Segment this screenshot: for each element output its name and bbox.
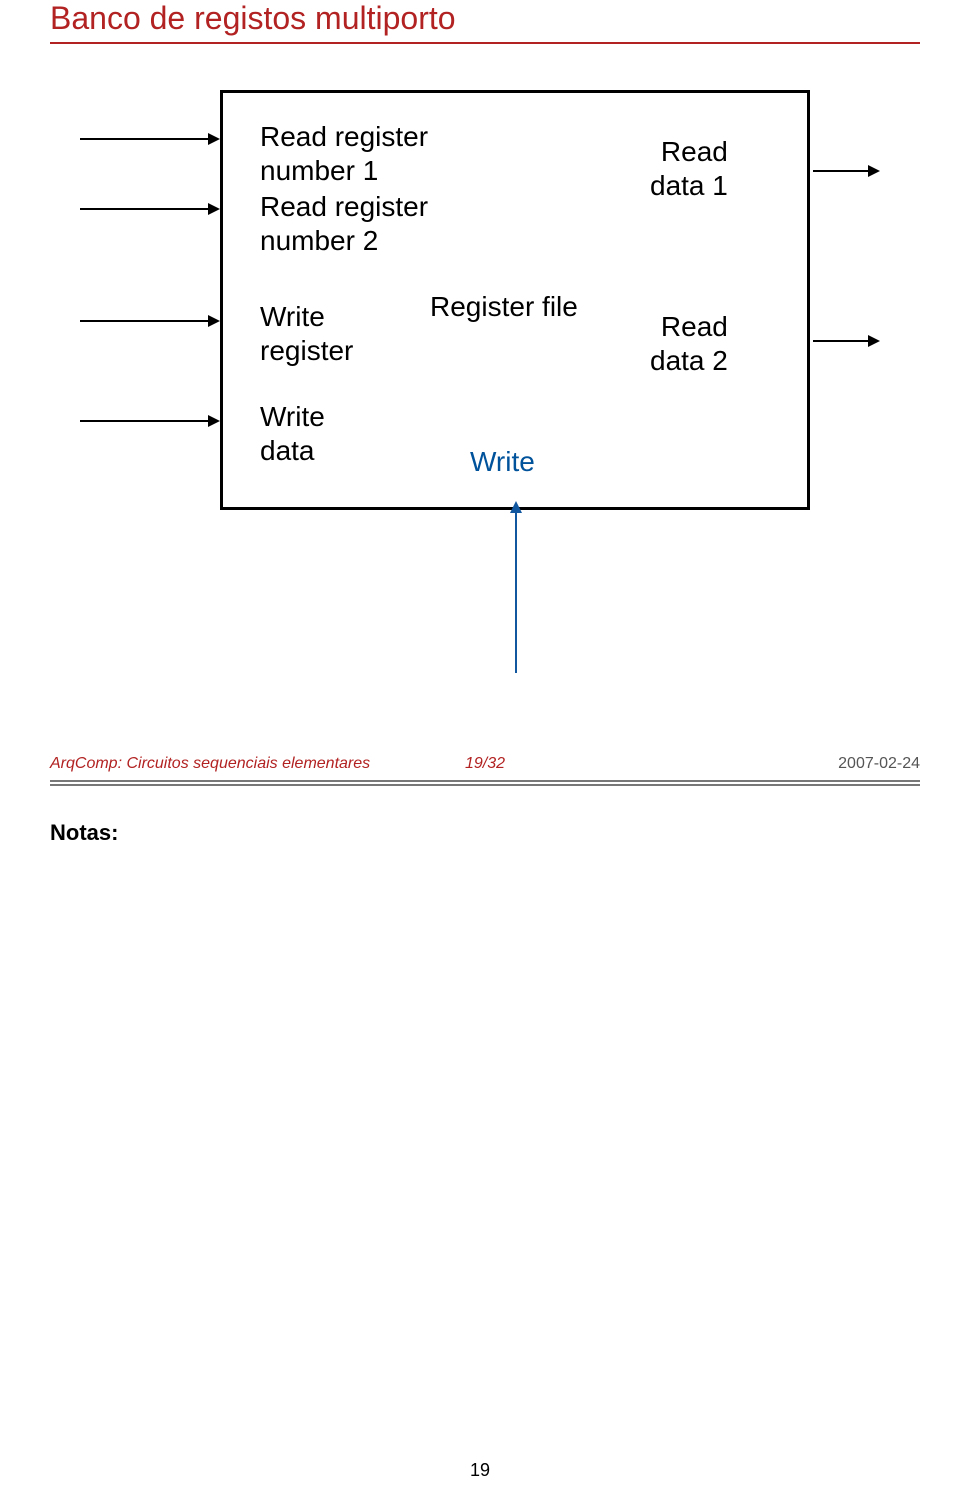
input-arrow-2-head-icon (208, 203, 220, 215)
label-read-register-2: Read registernumber 2 (260, 190, 428, 257)
output-arrow-1-head-icon (868, 165, 880, 177)
output-arrow-2-line (813, 340, 868, 342)
label-read-register-1: Read registernumber 1 (260, 120, 428, 187)
label-register-file: Register file (430, 290, 578, 324)
write-signal-line (515, 513, 517, 673)
output-arrow-2-head-icon (868, 335, 880, 347)
label-read-data-1: Readdata 1 (650, 135, 728, 202)
notes-heading: Notas: (50, 820, 118, 846)
input-arrow-4-line (80, 420, 208, 422)
footer-rule-bottom (50, 784, 920, 786)
input-arrow-3-head-icon (208, 315, 220, 327)
input-arrow-1-line (80, 138, 208, 140)
page-number: 19 (0, 1460, 960, 1481)
write-signal-arrow-head-icon (510, 501, 522, 513)
label-write-data: Writedata (260, 400, 325, 467)
register-file-diagram: Read registernumber 1 Read registernumbe… (80, 90, 880, 570)
input-arrow-1-head-icon (208, 133, 220, 145)
input-arrow-3-line (80, 320, 208, 322)
footer-page-indicator: 19/32 (50, 755, 920, 773)
input-arrow-4-head-icon (208, 415, 220, 427)
label-read-data-2: Readdata 2 (650, 310, 728, 377)
footer-date: 2007-02-24 (838, 755, 920, 773)
label-write-signal: Write (470, 445, 535, 479)
title-underline (50, 42, 920, 44)
input-arrow-2-line (80, 208, 208, 210)
page-title: Banco de registos multiporto (50, 0, 456, 37)
output-arrow-1-line (813, 170, 868, 172)
footer-rule-top (50, 780, 920, 782)
label-write-register: Writeregister (260, 300, 353, 367)
